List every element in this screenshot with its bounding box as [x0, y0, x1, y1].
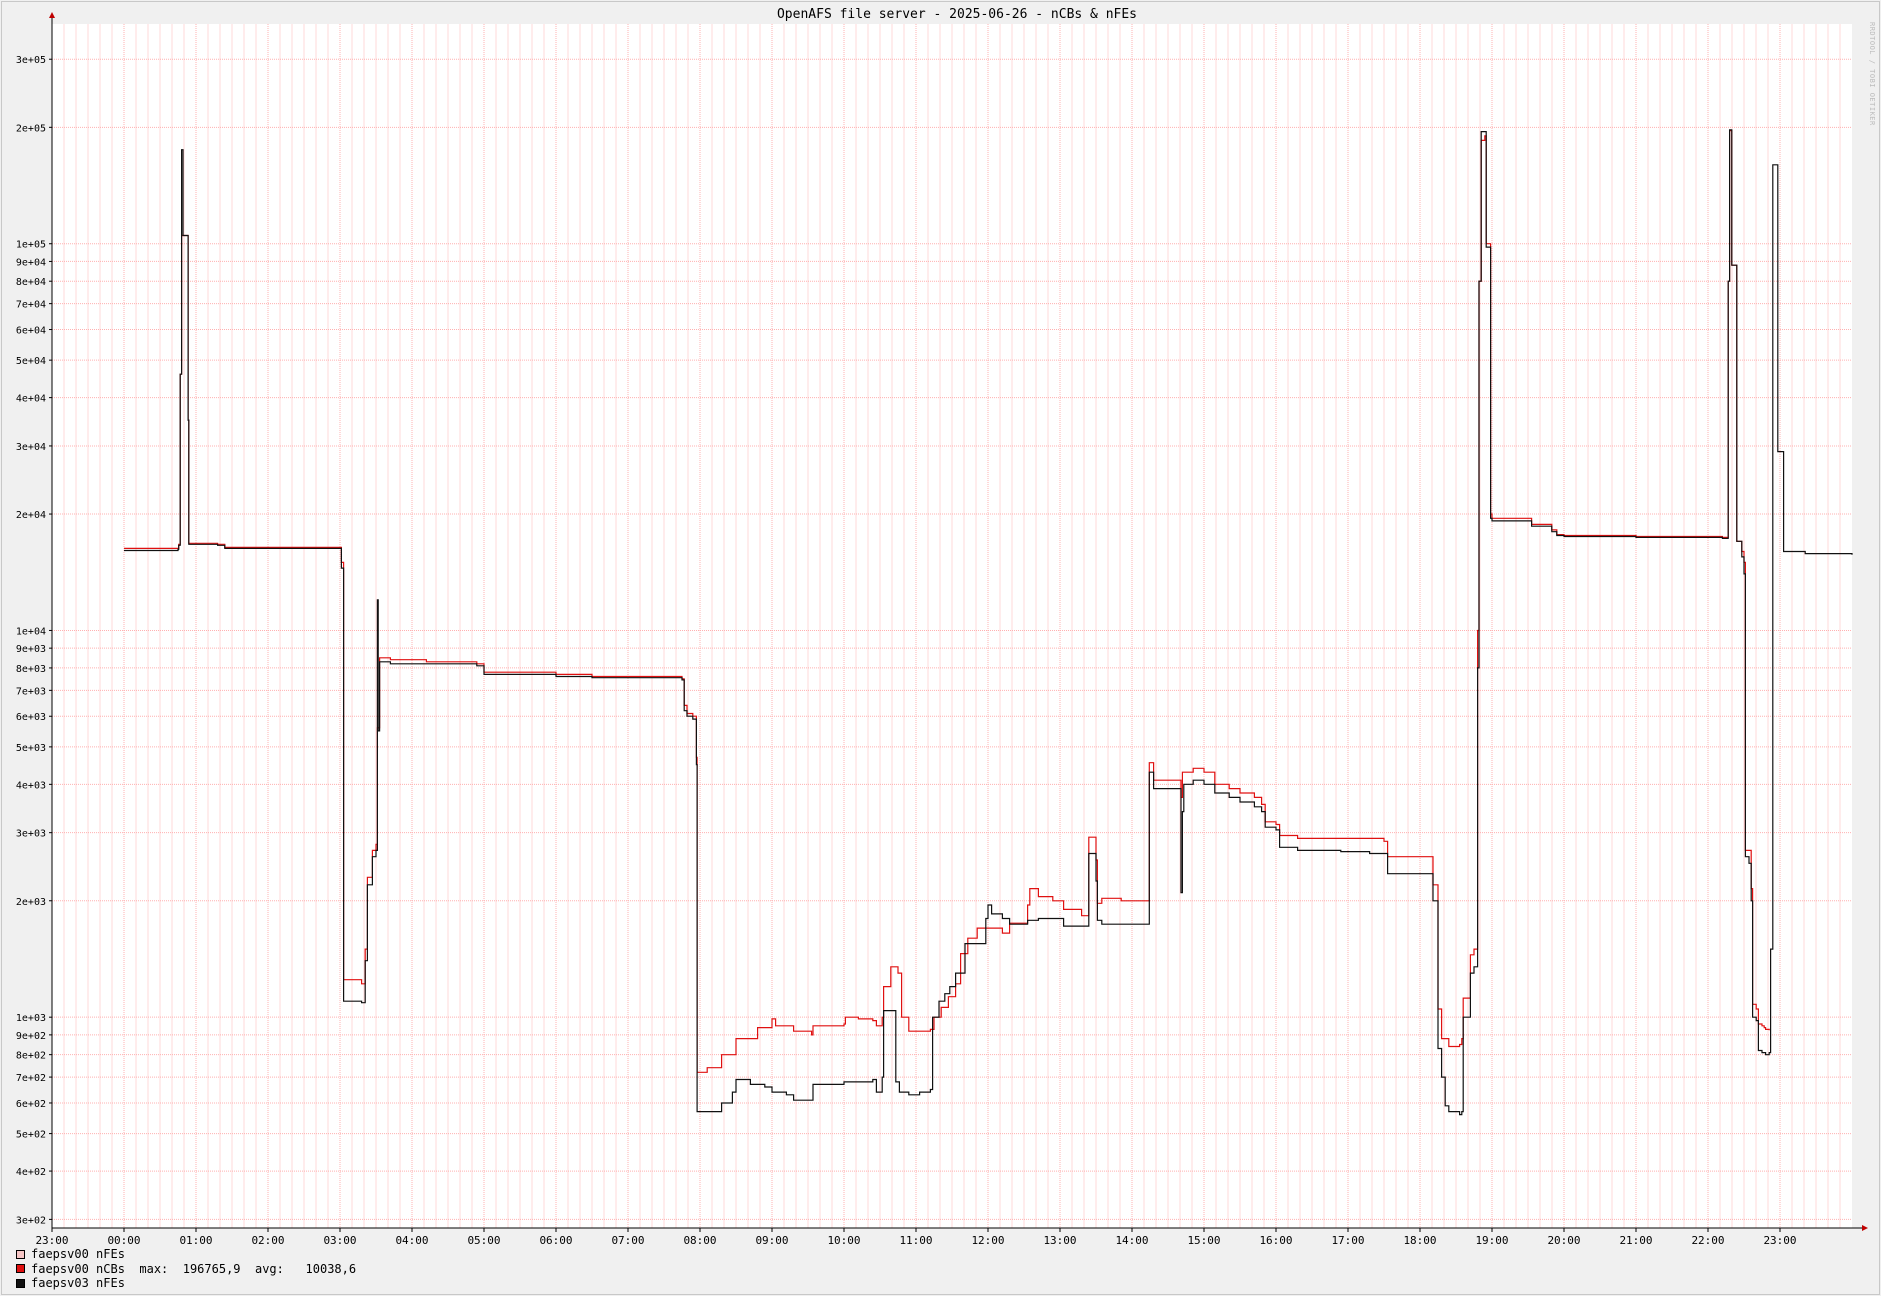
y-tick-label: 8e+02	[16, 1051, 46, 1062]
legend: faepsv00 nFEs faepsv00 nCBs max: 196765,…	[16, 1247, 356, 1291]
x-tick-label: 20:00	[1547, 1234, 1580, 1247]
legend-item: faepsv00 nCBs max: 196765,9 avg: 10038,6	[16, 1262, 356, 1277]
x-tick-label: 23:00	[35, 1234, 68, 1247]
y-tick-label: 7e+02	[16, 1073, 46, 1084]
y-tick-label: 2e+05	[16, 123, 46, 134]
y-tick-label: 4e+02	[16, 1167, 46, 1178]
x-tick-label: 14:00	[1115, 1234, 1148, 1247]
y-tick-label: 8e+03	[16, 664, 46, 675]
y-tick-label: 5e+04	[16, 356, 46, 367]
x-tick-label: 19:00	[1475, 1234, 1508, 1247]
x-axis-arrow	[1862, 1225, 1868, 1231]
legend-swatch	[16, 1249, 25, 1259]
chart-title: OpenAFS file server - 2025-06-26 - nCBs …	[777, 7, 1137, 22]
x-tick-label: 23:00	[1763, 1234, 1796, 1247]
x-tick-label: 10:00	[827, 1234, 860, 1247]
y-tick-label: 3e+03	[16, 829, 46, 840]
x-tick-label: 11:00	[899, 1234, 932, 1247]
y-tick-label: 7e+04	[16, 300, 46, 311]
legend-label: faepsv00 nCBs	[31, 1261, 125, 1276]
x-tick-label: 07:00	[611, 1234, 644, 1247]
x-tick-label: 04:00	[395, 1234, 428, 1247]
legend-label: faepsv03 nFEs	[31, 1276, 125, 1290]
y-tick-label: 6e+04	[16, 326, 46, 337]
x-tick-label: 17:00	[1331, 1234, 1364, 1247]
y-tick-label: 3e+04	[16, 442, 46, 453]
x-tick-label: 12:00	[971, 1234, 1004, 1247]
y-tick-label: 3e+05	[16, 55, 46, 66]
legend-stats: max: 196765,9 avg: 10038,6	[124, 1261, 357, 1276]
y-tick-label: 4e+03	[16, 780, 46, 791]
x-tick-label: 18:00	[1403, 1234, 1436, 1247]
y-tick-label: 9e+02	[16, 1031, 46, 1042]
legend-swatch	[16, 1264, 25, 1274]
y-tick-label: 6e+03	[16, 712, 46, 723]
y-tick-label: 6e+02	[16, 1099, 46, 1110]
y-tick-label: 5e+02	[16, 1130, 46, 1141]
x-tick-label: 00:00	[107, 1234, 140, 1247]
y-tick-label: 3e+02	[16, 1215, 46, 1226]
x-tick-label: 08:00	[683, 1234, 716, 1247]
x-tick-label: 01:00	[179, 1234, 212, 1247]
x-tick-label: 05:00	[467, 1234, 500, 1247]
x-tick-label: 09:00	[755, 1234, 788, 1247]
y-tick-label: 1e+05	[16, 240, 46, 251]
y-tick-label: 2e+04	[16, 510, 46, 521]
x-tick-label: 03:00	[323, 1234, 356, 1247]
y-tick-label: 8e+04	[16, 277, 46, 288]
y-tick-label: 1e+03	[16, 1013, 46, 1024]
y-axis-arrow	[49, 12, 55, 18]
legend-label: faepsv00 nFEs	[31, 1247, 125, 1261]
legend-item: faepsv00 nFEs	[16, 1247, 356, 1262]
y-tick-label: 4e+04	[16, 394, 46, 405]
x-tick-label: 22:00	[1691, 1234, 1724, 1247]
y-tick-label: 1e+04	[16, 626, 46, 637]
x-tick-label: 06:00	[539, 1234, 572, 1247]
x-tick-label: 21:00	[1619, 1234, 1652, 1247]
watermark: RRDTOOL / TOBI OETIKER	[1868, 22, 1876, 126]
y-tick-label: 5e+03	[16, 743, 46, 754]
x-tick-label: 13:00	[1043, 1234, 1076, 1247]
y-tick-label: 9e+03	[16, 644, 46, 655]
x-tick-label: 16:00	[1259, 1234, 1292, 1247]
y-tick-label: 2e+03	[16, 897, 46, 908]
graph-frame: 23:00 00:00 01:00 02:00 03:00 04:00 05:00 06:00…	[1, 1, 1880, 1295]
chart-svg: 23:00 00:00 01:00 02:00 03:00 04:00 05:00 06:00…	[16, 7, 1868, 1247]
x-tick-label: 02:00	[251, 1234, 284, 1247]
x-tick-label: 15:00	[1187, 1234, 1220, 1247]
legend-swatch	[16, 1278, 25, 1288]
y-tick-label: 9e+04	[16, 257, 46, 268]
y-tick-label: 7e+03	[16, 686, 46, 697]
legend-item: faepsv03 nFEs	[16, 1276, 356, 1291]
